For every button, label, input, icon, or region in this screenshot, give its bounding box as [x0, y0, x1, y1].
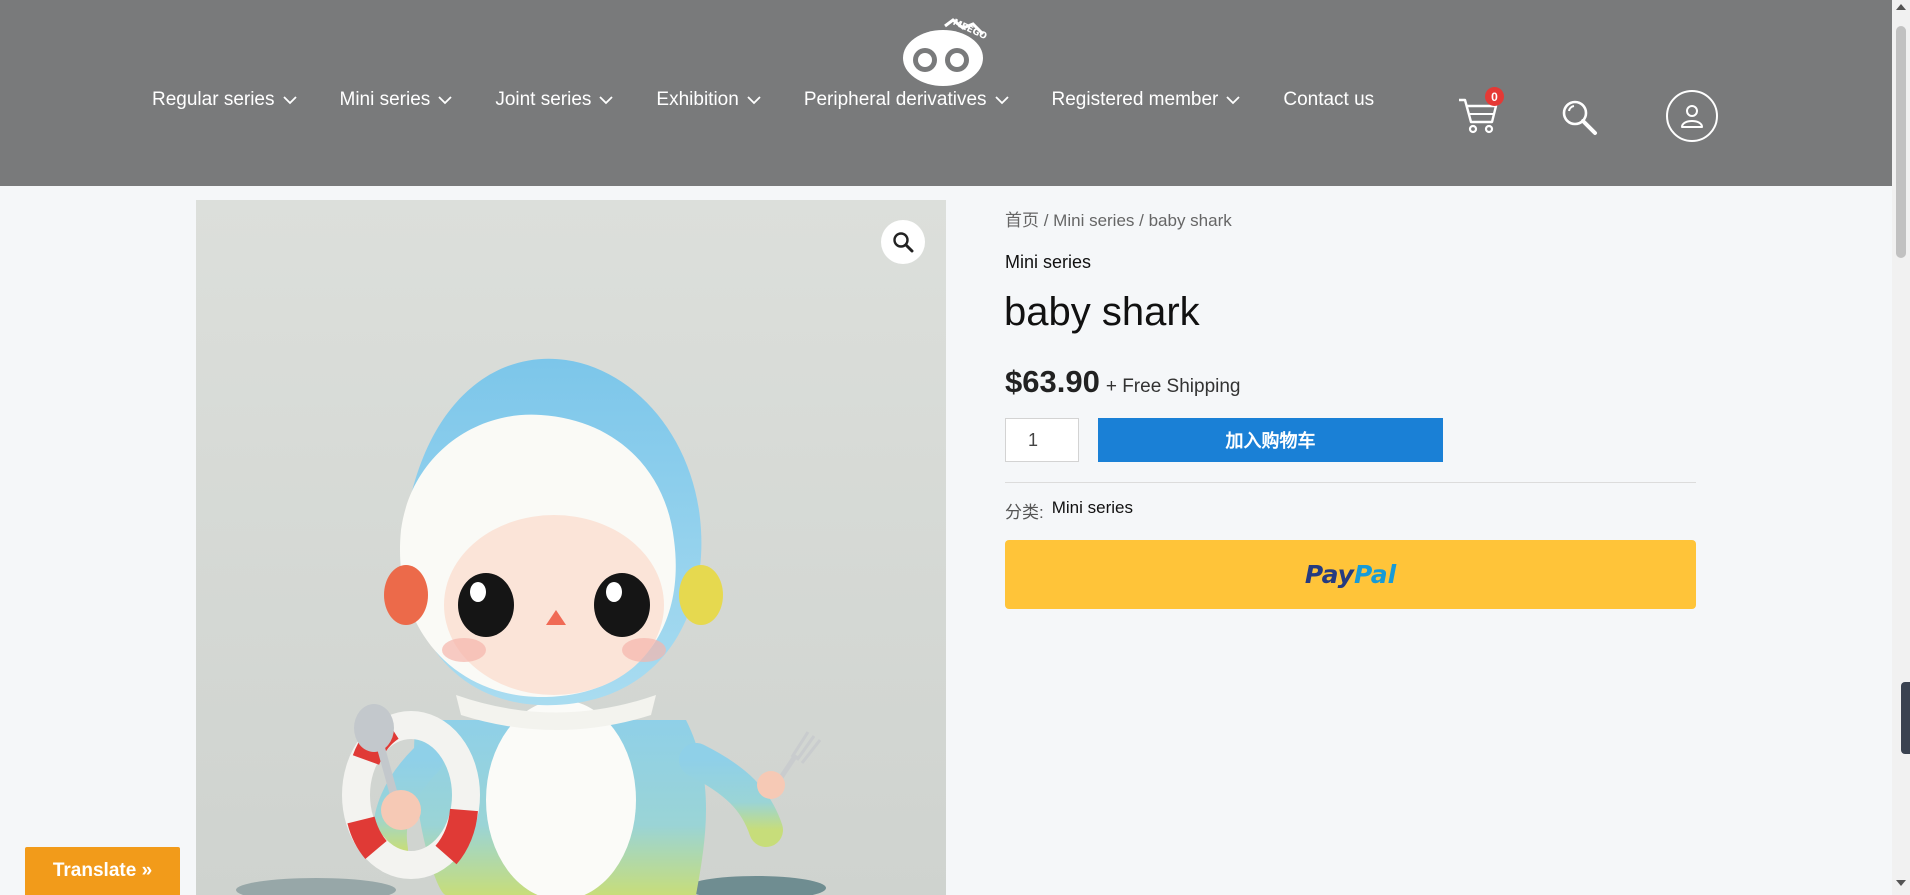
nav-label: Regular series [152, 89, 275, 110]
meta-label: 分类: [1005, 503, 1044, 522]
chevron-down-icon [599, 95, 614, 104]
breadcrumb-category[interactable]: Mini series [1053, 211, 1134, 230]
chevron-down-icon [438, 95, 452, 104]
image-zoom-button[interactable] [881, 220, 925, 264]
nav-mini-series[interactable]: Mini series [340, 89, 453, 111]
scroll-down-arrow-icon[interactable] [1896, 880, 1906, 886]
nav-label: Contact us [1283, 89, 1375, 110]
breadcrumb: 首页 / Mini series / baby shark [1005, 206, 1232, 231]
chevron-down-icon [282, 95, 297, 104]
product-image[interactable] [196, 200, 946, 895]
search-icon[interactable] [1560, 98, 1600, 138]
main-nav: Regular series Mini series Joint series … [152, 86, 1417, 114]
scrollbar[interactable] [1892, 0, 1910, 895]
magnifier-icon [893, 232, 914, 253]
scroll-up-arrow-icon[interactable] [1896, 4, 1906, 10]
product-category[interactable]: Mini series [1005, 252, 1091, 273]
side-widget-tab[interactable] [1901, 682, 1910, 754]
scroll-thumb[interactable] [1896, 26, 1906, 258]
price-row: $63.90 + Free Shipping [1005, 364, 1241, 400]
nav-label: Registered member [1051, 89, 1219, 110]
product-title: baby shark [1004, 290, 1200, 334]
account-button[interactable] [1666, 90, 1718, 142]
cart-count-badge: 0 [1485, 87, 1504, 106]
nav-joint-series[interactable]: Joint series [495, 89, 614, 111]
nav-label: Peripheral derivatives [803, 89, 987, 110]
nav-peripheral-derivatives[interactable]: Peripheral derivatives [804, 89, 1009, 111]
breadcrumb-current: baby shark [1148, 211, 1232, 230]
nav-label: Mini series [339, 89, 431, 110]
chevron-down-icon [747, 95, 761, 104]
meta-category-link[interactable]: Mini series [1052, 498, 1133, 523]
quantity-input[interactable] [1005, 418, 1079, 462]
nav-contact-us[interactable]: Contact us [1283, 89, 1374, 111]
shipping-note: + Free Shipping [1105, 376, 1241, 397]
chevron-down-icon [994, 95, 1009, 104]
translate-button[interactable]: Translate » [25, 847, 180, 895]
product-price: $63.90 [1005, 364, 1100, 399]
user-icon [1681, 105, 1703, 128]
breadcrumb-separator: / [1039, 211, 1054, 230]
nav-exhibition[interactable]: Exhibition [656, 89, 761, 111]
site-header: MEEGO Regular series Mini series Joint s… [0, 0, 1892, 186]
nav-label: Joint series [495, 89, 592, 110]
paypal-logo: PayPal [1304, 560, 1397, 589]
nav-label: Exhibition [656, 89, 739, 110]
paypal-button[interactable]: PayPal [1005, 540, 1696, 609]
nav-regular-series[interactable]: Regular series [152, 89, 297, 111]
breadcrumb-separator: / [1134, 211, 1149, 230]
add-to-cart-button[interactable]: 加入购物车 [1098, 418, 1443, 462]
product-meta: 分类: Mini series [1005, 498, 1133, 523]
meego-logo[interactable]: MEEGO [895, 18, 995, 88]
breadcrumb-home[interactable]: 首页 [1005, 211, 1039, 230]
divider [1005, 482, 1696, 483]
chevron-down-icon [1226, 95, 1240, 104]
baby-shark-figure-image [236, 358, 826, 895]
nav-registered-member[interactable]: Registered member [1052, 89, 1241, 111]
